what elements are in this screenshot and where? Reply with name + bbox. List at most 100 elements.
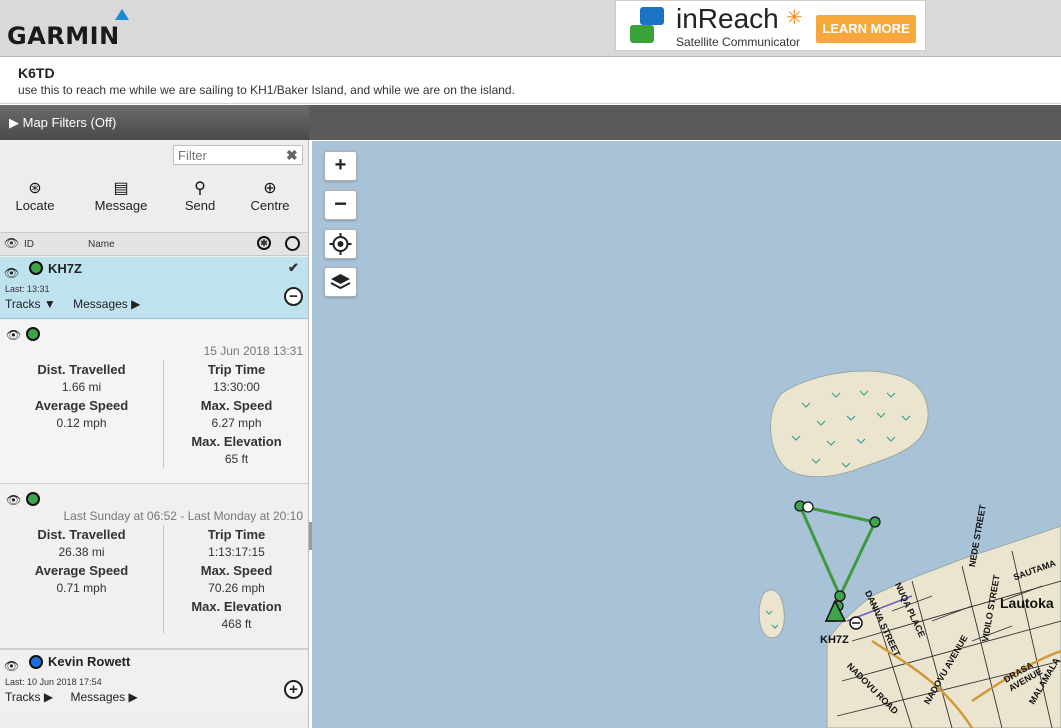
eye-icon[interactable]: 👁 [6,493,21,507]
locate-button[interactable]: ⊛ Locate [0,178,70,213]
islet-southwest [758,589,785,639]
logo-triangle-icon [115,9,129,20]
remove-device-button[interactable]: − [284,287,303,306]
zoom-out-button[interactable]: − [324,190,357,220]
layers-icon [330,274,351,290]
spark-icon: ✳ [786,7,803,29]
device-last-seen: Last: 10 Jun 2018 17:54 [5,677,102,687]
device-name: KH7Z [48,261,82,276]
marker-label[interactable]: KH7Z [820,634,849,646]
distance-value: 26.38 mi [58,545,105,559]
mapshare-info: K6TD use this to reach me while we are s… [0,57,1061,104]
trip-time-label: Trip Time [207,527,266,542]
eye-icon[interactable]: 👁 [4,659,19,673]
max-elevation-label: Max. Elevation [191,434,282,449]
max-elevation-stat: Max. Elevation 468 ft [164,599,308,631]
trip-time-value: 1:13:17:15 [208,545,265,559]
track-color-dot [26,492,40,506]
clear-filter-icon[interactable]: ✖ [286,147,298,164]
max-speed-stat: Max. Speed 6.27 mph [164,398,308,430]
locate-all-icon[interactable]: ✱ [257,236,271,250]
messages-link[interactable]: Messages ▶ [70,690,137,704]
message-icon: ▤ [113,180,129,197]
inreach-ad[interactable]: inReach ✳ Satellite Communicator LEARN M… [615,0,926,51]
max-elevation-value: 468 ft [221,617,252,631]
locate-icon: ⊛ [28,180,42,197]
select-all-icon[interactable] [285,236,300,251]
checkmark-icon: ✔ [288,260,299,275]
filter-input[interactable] [173,145,303,165]
learn-more-button[interactable]: LEARN MORE [816,15,916,43]
eye-icon[interactable]: 👁 [4,236,19,250]
tracks-link[interactable]: Tracks ▼ [5,297,56,311]
avg-speed-value: 0.12 mph [56,416,107,430]
message-button[interactable]: ▤ Message [86,178,156,213]
name-column-header[interactable]: Name [88,239,115,250]
my-location-button[interactable] [324,229,357,259]
sidebar: ✖ ⊛ Locate ▤ Message ⚲ Send ⊕ Centre 👁 I… [0,140,309,728]
distance-stat: Dist. Travelled 1.66 mi [0,362,163,394]
ad-subtitle: Satellite Communicator [676,35,801,49]
send-pin-icon: ⚲ [194,180,206,197]
top-banner: GARMIN inReach ✳ Satellite Communicator … [0,0,1061,57]
device-name: Kevin Rowett [48,654,131,669]
island-north [770,370,929,478]
add-device-button[interactable]: + [284,680,303,699]
max-elevation-stat: Max. Elevation 65 ft [164,434,308,466]
avg-speed-label: Average Speed [34,563,129,578]
map-view[interactable]: KH7Z Lautoka DANIVA STREET NUQA PLACE NE… [312,141,1061,728]
track-card[interactable]: 👁 15 Jun 2018 13:31 Dist. Travelled 1.66… [0,320,308,484]
logo-text: GARMIN [7,22,120,50]
locate-label: Locate [15,198,55,213]
centre-icon: ⊕ [263,180,277,197]
id-column-header[interactable]: ID [24,239,34,250]
device-links: Tracks ▶ Messages ▶ [5,690,152,704]
chat-bubble-icon [640,7,664,25]
messages-link[interactable]: Messages ▶ [73,297,140,311]
garmin-logo[interactable]: GARMIN [7,8,142,50]
distance-label: Dist. Travelled [37,362,126,377]
trip-time-value: 13:30:00 [213,380,260,394]
centre-label: Centre [250,198,290,213]
avg-speed-value: 0.71 mph [56,581,107,595]
track-card[interactable]: 👁 Last Sunday at 06:52 - Last Monday at … [0,485,308,649]
centre-button[interactable]: ⊕ Centre [235,178,305,213]
chat-bubble-icon [630,25,654,43]
max-speed-value: 70.26 mph [208,581,265,595]
action-bar: ⊛ Locate ▤ Message ⚲ Send ⊕ Centre [0,178,308,218]
device-list-header: 👁 ID Name ✱ [0,232,308,256]
zoom-in-button[interactable]: + [324,151,357,181]
map-filters-toggle[interactable]: ▶ Map Filters (Off) [0,105,309,140]
trip-time-stat: Trip Time 13:30:00 [164,362,308,394]
max-speed-label: Max. Speed [200,563,273,578]
device-color-dot [29,261,43,275]
message-label: Message [94,198,148,213]
position-marker [802,501,814,513]
track-path [798,504,878,600]
device-links: Tracks ▼ Messages ▶ [5,297,154,311]
track-date: Last Sunday at 06:52 - Last Monday at 20… [63,509,304,523]
send-button[interactable]: ⚲ Send [165,178,235,213]
page-title: K6TD [18,65,55,81]
crosshair-icon [329,233,352,255]
device-color-dot [29,655,43,669]
distance-value: 1.66 mi [61,380,102,394]
city-label: Lautoka [1000,595,1054,611]
track-color-dot [26,327,40,341]
max-speed-stat: Max. Speed 70.26 mph [164,563,308,595]
trip-time-label: Trip Time [207,362,266,377]
map-toolbar-strip [309,105,1061,140]
avg-speed-label: Average Speed [34,398,129,413]
ad-brand: inReach [676,3,779,34]
map-layers-button[interactable] [324,267,357,297]
tracks-link[interactable]: Tracks ▶ [5,690,53,704]
avg-speed-stat: Average Speed 0.71 mph [0,563,163,595]
trip-time-stat: Trip Time 1:13:17:15 [164,527,308,559]
device-row-kevin-rowett[interactable]: 👁 Kevin Rowett Last: 10 Jun 2018 17:54 T… [0,649,308,711]
eye-icon[interactable]: 👁 [4,266,19,280]
eye-icon[interactable]: 👁 [6,328,21,342]
send-label: Send [184,198,216,213]
device-row-kh7z[interactable]: 👁 KH7Z ✔ Last: 13:31 Tracks ▼ Messages ▶… [0,257,308,319]
max-elevation-label: Max. Elevation [191,599,282,614]
map-canvas [758,370,1061,728]
